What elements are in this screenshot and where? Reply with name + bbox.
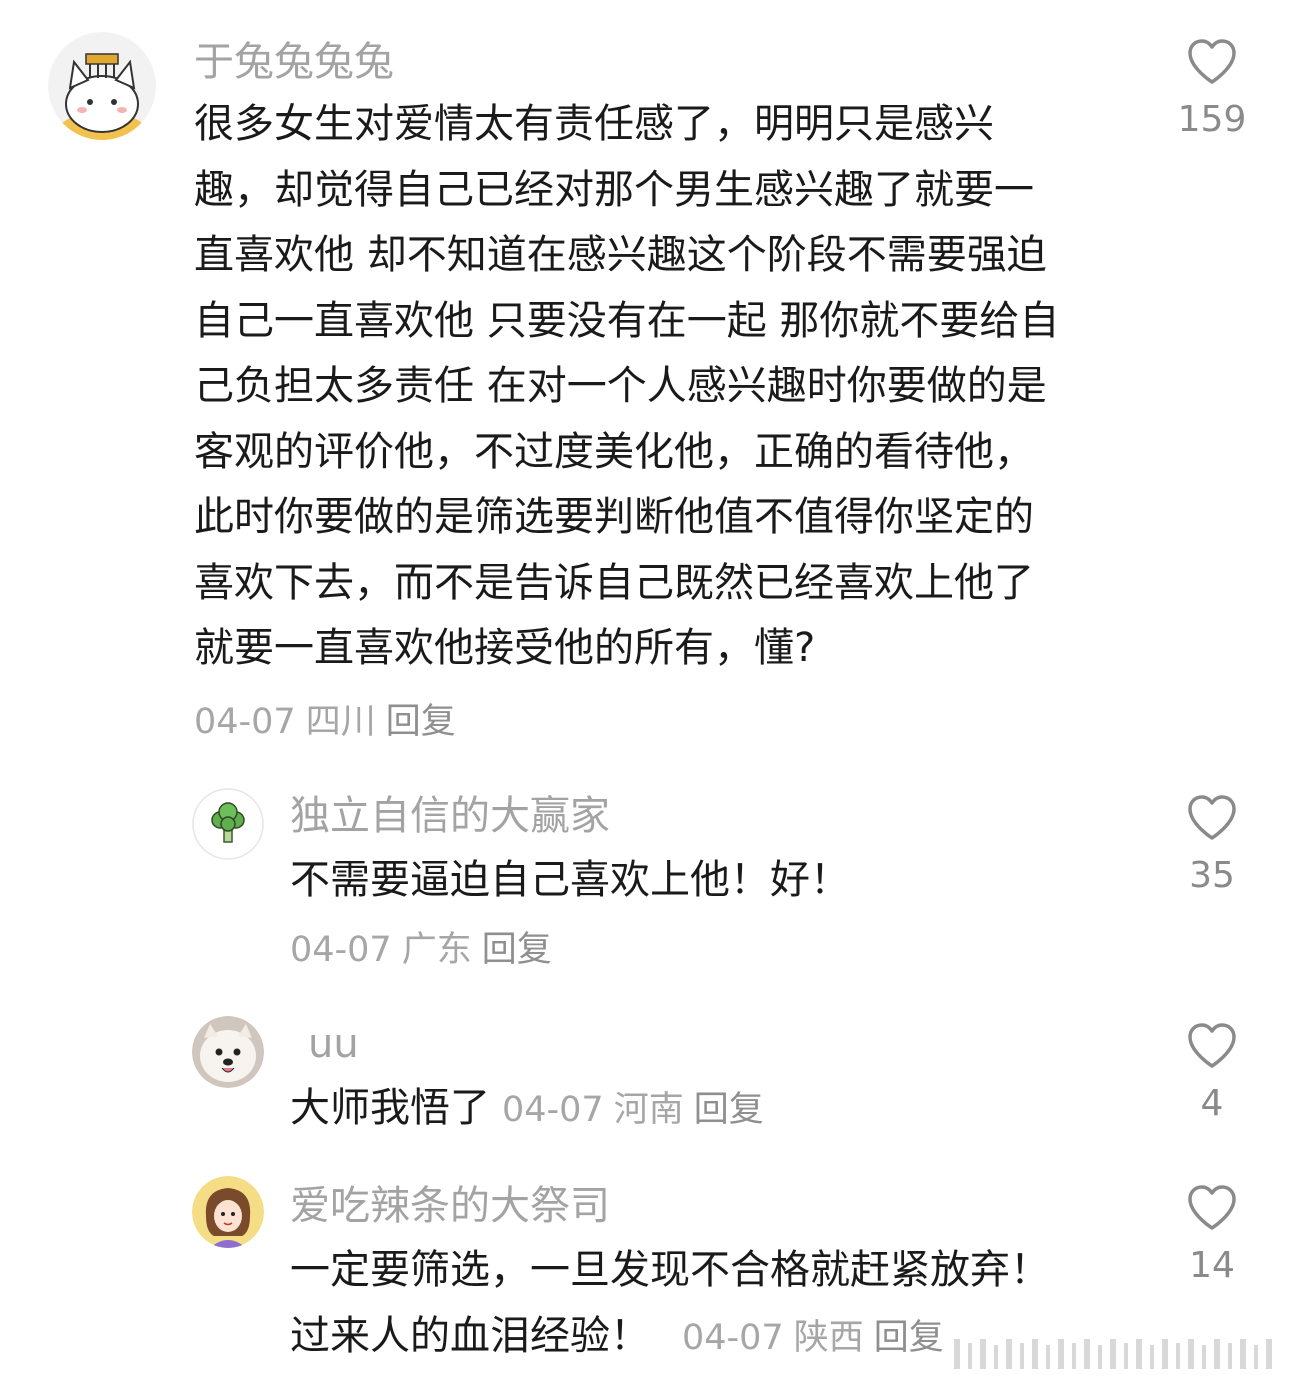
reply-meta: 04-07 陕西 回复	[682, 1318, 954, 1358]
like-button[interactable]: 159	[1157, 38, 1267, 140]
broccoli-avatar[interactable]	[192, 788, 264, 860]
reply-text: 大师我悟了 04-07 河南 回复	[290, 1076, 774, 1144]
comment-line: 趣，却觉得自己已经对那个男生感兴趣了就要一	[194, 166, 1034, 213]
comment-line: 此时你要做的是筛选要判断他值不值得你坚定的	[194, 494, 1034, 540]
comment-line: 喜欢下去，而不是告诉自己既然已经喜欢上他了	[194, 559, 1034, 606]
comment-date: 04-07	[194, 702, 296, 742]
reply-date: 04-07	[682, 1317, 784, 1358]
like-button[interactable]: 4	[1157, 1022, 1267, 1124]
comment-line: 自己一直喜欢他 只要没有在一起 那你就不要给自	[194, 297, 1060, 344]
cartoon-girl-avatar[interactable]	[192, 1176, 264, 1248]
reply-button[interactable]: 回复	[386, 702, 456, 742]
like-button[interactable]: 35	[1157, 794, 1267, 896]
reply-line: 大师我悟了	[290, 1085, 490, 1131]
comment-line: 很多女生对爱情太有责任感了，明明只是感兴	[194, 101, 994, 147]
reply-line: 不需要逼迫自己喜欢上他！好！	[290, 857, 850, 903]
reply-line: 一定要筛选，一旦发现不合格就赶紧放弃！	[290, 1247, 1050, 1293]
reply-location: 河南	[613, 1090, 684, 1130]
reply-button[interactable]: 回复	[694, 1090, 764, 1130]
comment-line: 客观的评价他，不过度美化他，正确的看待他，	[194, 428, 1034, 475]
reply-location: 广东	[401, 930, 472, 970]
comment-meta: 04-07 四川 回复	[194, 700, 466, 744]
samoyed-dog-avatar[interactable]	[192, 1016, 264, 1088]
reply-line: 过来人的血泪经验！ 04-07 陕西 回复	[290, 1304, 1050, 1372]
reply-button[interactable]: 回复	[482, 930, 552, 970]
reply-text: 不需要逼迫自己喜欢上他！好！	[290, 848, 850, 914]
comment-line: 就要一直喜欢他接受他的所有，懂?	[194, 625, 816, 671]
cat-emperor-avatar[interactable]	[48, 32, 156, 140]
reply-location: 陕西	[793, 1317, 864, 1358]
like-count: 159	[1177, 99, 1247, 140]
reply-date: 04-07	[290, 930, 392, 970]
reply-meta: 04-07 广东 回复	[290, 928, 562, 972]
comment-line: 己负担太多责任 在对一个人感兴趣时你要做的是	[194, 363, 1047, 409]
heart-outline-icon[interactable]	[1186, 38, 1238, 86]
heart-outline-icon[interactable]	[1186, 1022, 1238, 1070]
like-count: 4	[1200, 1083, 1224, 1124]
heart-outline-icon[interactable]	[1186, 794, 1238, 842]
reply-meta: 04-07 河南 回复	[502, 1090, 774, 1130]
watermark-icon	[954, 1339, 1272, 1369]
reply-username[interactable]: 爱吃辣条的大祭司	[290, 1182, 610, 1230]
comment-location: 四川	[305, 702, 376, 742]
comment-text: 很多女生对爱情太有责任感了，明明只是感兴 趣，却觉得自己已经对那个男生感兴趣了就…	[194, 92, 1059, 682]
like-count: 14	[1189, 1245, 1235, 1286]
heart-outline-icon[interactable]	[1186, 1184, 1238, 1232]
reply-username[interactable]: uu	[308, 1020, 359, 1068]
reply-button[interactable]: 回复	[874, 1318, 944, 1358]
reply-username[interactable]: 独立自信的大赢家	[290, 792, 610, 840]
like-button[interactable]: 14	[1157, 1184, 1267, 1286]
reply-date: 04-07	[502, 1090, 604, 1130]
reply-text: 一定要筛选，一旦发现不合格就赶紧放弃！ 过来人的血泪经验！ 04-07 陕西 回复	[290, 1238, 1050, 1371]
comment-username[interactable]: 于兔兔兔兔	[194, 38, 394, 86]
like-count: 35	[1189, 855, 1235, 896]
comment-line: 直喜欢他 却不知道在感兴趣这个阶段不需要强迫	[194, 232, 1047, 278]
